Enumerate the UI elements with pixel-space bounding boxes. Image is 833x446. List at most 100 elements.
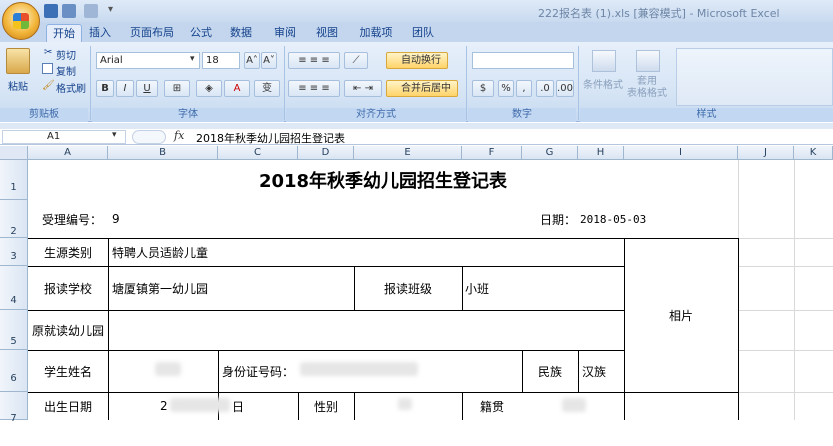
undo-icon[interactable]	[62, 4, 76, 18]
photo-label[interactable]: 相片	[624, 238, 738, 392]
prev-school-label[interactable]: 原就读幼儿园	[28, 310, 108, 350]
underline-button[interactable]: U	[136, 80, 158, 97]
column-header[interactable]: A	[28, 146, 108, 160]
italic-button[interactable]: I	[116, 80, 134, 97]
row-header[interactable]: 6	[0, 350, 28, 392]
format-painter-icon[interactable]: 🖌	[42, 80, 55, 91]
align-top-icon[interactable]: ≡ ≡ ≡	[288, 52, 340, 69]
group-label-font: 字体	[92, 108, 284, 122]
office-button[interactable]	[2, 2, 40, 40]
row-header[interactable]: 2	[0, 200, 28, 238]
save-icon[interactable]	[44, 4, 58, 18]
redo-icon[interactable]	[84, 4, 98, 18]
column-header[interactable]: C	[218, 146, 298, 160]
grow-font-icon[interactable]: A˄	[244, 52, 260, 69]
indent-icon[interactable]: ⇤ ⇥	[344, 80, 382, 97]
column-header[interactable]: E	[354, 146, 462, 160]
formula-cancel-icon[interactable]	[132, 130, 166, 144]
font-name-box[interactable]: Arial	[96, 52, 200, 69]
scissors-icon[interactable]: ✂	[44, 47, 52, 58]
format-painter-button[interactable]: 格式刷	[56, 80, 86, 95]
name-box-chevron-icon[interactable]: ▾	[112, 130, 117, 140]
window-title: 222报名表 (1).xls [兼容模式] - Microsoft Excel	[538, 7, 780, 20]
birthdate-label[interactable]: 出生日期	[28, 392, 108, 420]
receipt-value[interactable]: 9	[112, 200, 120, 238]
tab-add-ins[interactable]: 加载项	[356, 24, 396, 42]
class-value[interactable]: 小班	[465, 266, 489, 310]
tab-view[interactable]: 视图	[312, 24, 342, 42]
date-label[interactable]: 日期：	[540, 200, 576, 238]
tab-home[interactable]: 开始	[46, 24, 82, 42]
cell-styles-gallery[interactable]	[676, 48, 833, 106]
class-label[interactable]: 报读班级	[354, 266, 462, 310]
school-value[interactable]: 塘厦镇第一幼儿园	[112, 266, 208, 310]
birthdate-value-start[interactable]: 2	[160, 392, 168, 420]
tab-formulas[interactable]: 公式	[186, 24, 216, 42]
school-label[interactable]: 报读学校	[28, 266, 108, 310]
column-header[interactable]: I	[624, 146, 738, 160]
table-format-button[interactable]: 套用 表格格式	[627, 76, 667, 100]
cut-button[interactable]: 剪切	[56, 47, 76, 62]
shrink-font-icon[interactable]: A˅	[261, 52, 277, 69]
merge-center-button[interactable]: 合并后居中	[386, 80, 458, 97]
column-header[interactable]: G	[522, 146, 578, 160]
paste-icon[interactable]	[6, 48, 30, 74]
font-color-icon[interactable]: A	[224, 80, 250, 97]
column-header[interactable]: K	[794, 146, 833, 160]
name-label[interactable]: 学生姓名	[28, 350, 108, 392]
column-header[interactable]: F	[462, 146, 522, 160]
conditional-format-icon[interactable]	[592, 50, 616, 72]
native-place-label[interactable]: 籍贯	[462, 392, 522, 420]
row-header[interactable]: 4	[0, 266, 28, 310]
column-header[interactable]: J	[738, 146, 794, 160]
borders-icon[interactable]: ⊞	[164, 80, 190, 97]
row-header[interactable]: 3	[0, 238, 28, 266]
percent-button[interactable]: %	[498, 80, 514, 97]
ethnicity-value[interactable]: 汉族	[582, 350, 606, 392]
wrap-text-button[interactable]: 自动换行	[386, 52, 448, 69]
font-size-box[interactable]: 18	[202, 52, 240, 69]
row-header[interactable]: 1	[0, 160, 28, 200]
copy-button[interactable]: 复制	[56, 63, 76, 78]
copy-icon[interactable]	[42, 63, 53, 74]
insert-function-icon[interactable]: fx	[174, 129, 184, 142]
fill-color-icon[interactable]: ◈	[196, 80, 222, 97]
conditional-format-button[interactable]: 条件格式	[583, 76, 623, 91]
align-center-icon[interactable]: ≡ ≡ ≡	[288, 80, 340, 97]
date-value[interactable]: 2018-05-03	[580, 200, 646, 238]
id-label[interactable]: 身份证号码：	[222, 350, 294, 392]
birthdate-value-end[interactable]: 日	[232, 392, 244, 420]
select-all-corner[interactable]	[0, 146, 28, 160]
row-header[interactable]: 5	[0, 310, 28, 350]
column-header[interactable]: H	[578, 146, 624, 160]
chevron-down-icon[interactable]: ▾	[190, 54, 195, 64]
gridline	[738, 350, 833, 351]
column-header[interactable]: D	[298, 146, 354, 160]
table-format-icon[interactable]	[636, 50, 660, 72]
bold-button[interactable]: B	[96, 80, 114, 97]
formula-input[interactable]: 2018年秋季幼儿园招生登记表	[196, 130, 345, 146]
row-header[interactable]: 7	[0, 392, 28, 424]
number-format-box[interactable]	[472, 52, 574, 69]
receipt-label[interactable]: 受理编号：	[42, 200, 102, 238]
tab-team[interactable]: 团队	[408, 24, 438, 42]
source-value[interactable]: 特聘人员适龄儿童	[112, 238, 208, 266]
increase-decimal-icon[interactable]: .0	[536, 80, 554, 97]
tab-data[interactable]: 数据	[226, 24, 256, 42]
sheet-title[interactable]: 2018年秋季幼儿园招生登记表	[28, 160, 738, 200]
source-label[interactable]: 生源类别	[28, 238, 108, 266]
tab-page-layout[interactable]: 页面布局	[124, 24, 180, 42]
orientation-icon[interactable]: ⟋	[344, 52, 368, 69]
phonetic-icon[interactable]: 变	[254, 80, 280, 97]
tab-insert[interactable]: 插入	[86, 24, 114, 42]
name-box[interactable]: A1	[2, 130, 126, 144]
paste-button[interactable]: 粘贴	[8, 78, 28, 93]
decrease-decimal-icon[interactable]: .00	[556, 80, 574, 97]
qat-customize-icon[interactable]: ▾	[108, 4, 113, 15]
column-header[interactable]: B	[108, 146, 218, 160]
gender-label[interactable]: 性别	[298, 392, 354, 420]
tab-review[interactable]: 审阅	[270, 24, 300, 42]
comma-button[interactable]: ,	[516, 80, 532, 97]
currency-icon[interactable]: $	[472, 80, 494, 97]
ethnicity-label[interactable]: 民族	[522, 350, 578, 392]
